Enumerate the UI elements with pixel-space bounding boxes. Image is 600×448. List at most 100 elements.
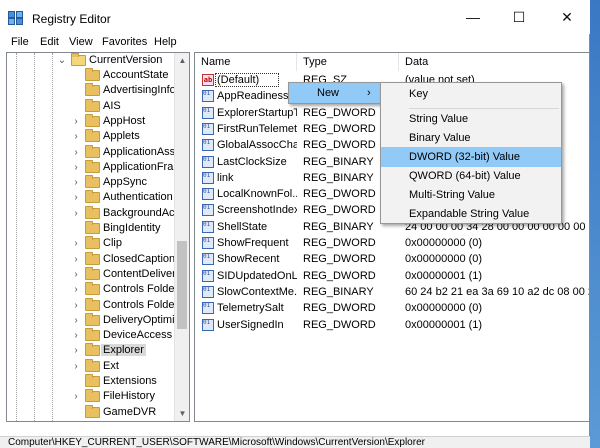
submenu-item[interactable]: Expandable String Value	[381, 204, 561, 224]
tree-node[interactable]: BingIdentity	[7, 221, 177, 236]
column-header-type[interactable]: Type	[297, 53, 399, 71]
tree-node[interactable]: › Explorer	[7, 343, 177, 358]
tree-node-label: ApplicationAsso	[103, 145, 182, 158]
tree-node-label: Ext	[103, 359, 119, 372]
registry-value-row[interactable]: 01 10ShowFrequent REG_DWORD 0x00000000 (0)	[195, 235, 589, 251]
tree-node[interactable]: › Controls Folder	[7, 282, 178, 297]
tree-node-label: Applets	[103, 130, 140, 143]
chevron-right-icon[interactable]: ›	[71, 328, 81, 343]
tree-node[interactable]: › AppHost	[7, 113, 177, 129]
registry-value-row[interactable]: 01 10SlowContextMe... REG_BINARY 60 24 b2 …	[195, 284, 589, 300]
chevron-right-icon[interactable]: ›	[71, 298, 81, 313]
desktop-background	[590, 0, 600, 448]
context-menu-new-item[interactable]: New ›	[289, 83, 381, 103]
submenu-item-label: DWORD (32-bit) Value	[409, 151, 521, 163]
tree-node[interactable]: › Applets	[7, 129, 177, 144]
registry-value-row[interactable]: 01 10UserSignedIn REG_DWORD 0x00000001 (1)	[195, 317, 589, 333]
registry-value-row[interactable]: 01 10TelemetrySalt REG_DWORD 0x00000000 (0…	[195, 300, 589, 316]
tree-node[interactable]: Extensions	[7, 374, 177, 389]
tree-node[interactable]: › Authentication	[7, 190, 177, 205]
binary-value-icon: 01 10	[202, 122, 214, 135]
folder-icon	[85, 404, 100, 418]
chevron-right-icon[interactable]: ›	[71, 129, 81, 144]
tree-node[interactable]: › ApplicationAsso	[7, 144, 181, 160]
folder-icon	[85, 297, 100, 311]
tree-node-label: FileHistory	[103, 390, 155, 403]
chevron-down-icon[interactable]: ⌄	[57, 53, 67, 68]
chevron-right-icon[interactable]: ›	[71, 160, 81, 175]
submenu-item[interactable]: DWORD (32-bit) Value	[381, 147, 561, 167]
scroll-down-arrow-icon[interactable]: ▼	[175, 406, 189, 421]
chevron-right-icon[interactable]: ›	[71, 236, 81, 251]
tree-vertical-scrollbar[interactable]: ▲ ▼	[174, 53, 189, 421]
registry-value-row[interactable]: 01 10ShowRecent REG_DWORD 0x00000000 (0)	[195, 251, 589, 267]
value-name: link	[217, 171, 234, 184]
tree-node[interactable]: › Clip	[7, 236, 177, 251]
status-bar: Computer\HKEY_CURRENT_USER\SOFTWARE\Micr…	[0, 436, 590, 448]
tree-node-currentversion[interactable]: ⌄ CurrentVersion	[7, 53, 177, 68]
folder-icon	[85, 205, 100, 219]
window-title: Registry Editor	[32, 12, 111, 26]
chevron-right-icon[interactable]: ›	[71, 389, 81, 404]
scroll-up-arrow-icon[interactable]: ▲	[175, 53, 189, 68]
menu-favorites[interactable]: Favorites	[102, 36, 147, 48]
chevron-right-icon[interactable]: ›	[71, 252, 81, 267]
tree-node[interactable]: › AppSync	[7, 175, 177, 190]
column-header-name[interactable]: Name	[195, 53, 297, 71]
tree-node[interactable]: › DeliveryOptimiz	[7, 312, 181, 328]
tree-node[interactable]: AdvertisingInfo	[7, 83, 177, 98]
menu-file[interactable]: File	[11, 36, 29, 48]
tree-node[interactable]: › FileHistory	[7, 389, 177, 404]
tree-node[interactable]: › Ext	[7, 358, 177, 374]
submenu-item-key[interactable]: Key	[381, 84, 561, 104]
tree-node-label: AppHost	[103, 114, 146, 127]
tree-node-label: Extensions	[103, 375, 157, 387]
tree-node[interactable]: › BackgroundAcc	[7, 205, 180, 221]
tree-node[interactable]: › ClosedCaptionin	[7, 251, 184, 267]
close-button[interactable]: ✕	[544, 0, 590, 34]
registry-editor-app-icon	[8, 11, 23, 25]
chevron-right-icon[interactable]: ›	[71, 313, 81, 328]
folder-icon	[85, 251, 100, 265]
value-name: SlowContextMe...	[217, 285, 297, 298]
chevron-right-icon[interactable]: ›	[71, 175, 81, 190]
tree-node-label: DeliveryOptimiz	[103, 313, 181, 326]
minimize-button[interactable]: —	[450, 0, 496, 34]
value-name: ExplorerStartupT...	[217, 106, 297, 119]
tree-node-label: Explorer	[101, 344, 146, 357]
chevron-right-icon[interactable]: ›	[71, 114, 81, 129]
binary-value-icon: 01 10	[202, 139, 214, 152]
column-header-data[interactable]: Data	[399, 53, 589, 71]
chevron-right-icon[interactable]: ›	[71, 343, 81, 358]
maximize-button[interactable]: ☐	[496, 0, 542, 34]
tree-node-label: AIS	[103, 99, 121, 112]
chevron-right-icon[interactable]: ›	[71, 206, 81, 221]
submenu-item[interactable]: Binary Value	[381, 128, 561, 148]
tree-node-label: ContentDelivery	[103, 267, 182, 280]
registry-tree-pane[interactable]: ⌄ CurrentVersion AccountState Advertising…	[6, 52, 190, 422]
submenu-item[interactable]: QWORD (64-bit) Value	[381, 166, 561, 186]
chevron-right-icon[interactable]: ›	[71, 267, 81, 282]
menu-help[interactable]: Help	[154, 36, 177, 48]
chevron-right-icon[interactable]: ›	[71, 282, 81, 297]
tree-node[interactable]: GameDVR	[7, 404, 177, 420]
folder-icon	[85, 374, 100, 387]
value-name: TelemetrySalt	[217, 302, 284, 315]
submenu-item[interactable]: Multi-String Value	[381, 185, 561, 205]
tree-node[interactable]: › Controls Folder	[7, 297, 178, 313]
menu-edit[interactable]: Edit	[40, 36, 59, 48]
chevron-right-icon[interactable]: ›	[71, 359, 81, 374]
scrollbar-thumb[interactable]	[177, 241, 187, 329]
tree-node[interactable]: › DeviceAccess	[7, 328, 177, 343]
tree-node[interactable]: AIS	[7, 98, 177, 114]
registry-value-row[interactable]: 01 10SIDUpdatedOnLi... REG_DWORD 0x0000000…	[195, 268, 589, 284]
chevron-right-icon[interactable]: ›	[71, 145, 81, 160]
tree-node[interactable]: AccountState	[7, 68, 177, 83]
tree-node[interactable]: › ApplicationFram	[7, 159, 182, 175]
menu-view[interactable]: View	[69, 36, 93, 48]
tree-node[interactable]: › ContentDelivery	[7, 266, 181, 282]
value-data: 60 24 b2 21 ea 3a 69 10 a2 dc 08 00 2b 3…	[405, 285, 589, 298]
chevron-right-icon[interactable]: ›	[71, 190, 81, 205]
value-name: (Default)	[217, 74, 260, 86]
submenu-item[interactable]: String Value	[381, 109, 561, 129]
